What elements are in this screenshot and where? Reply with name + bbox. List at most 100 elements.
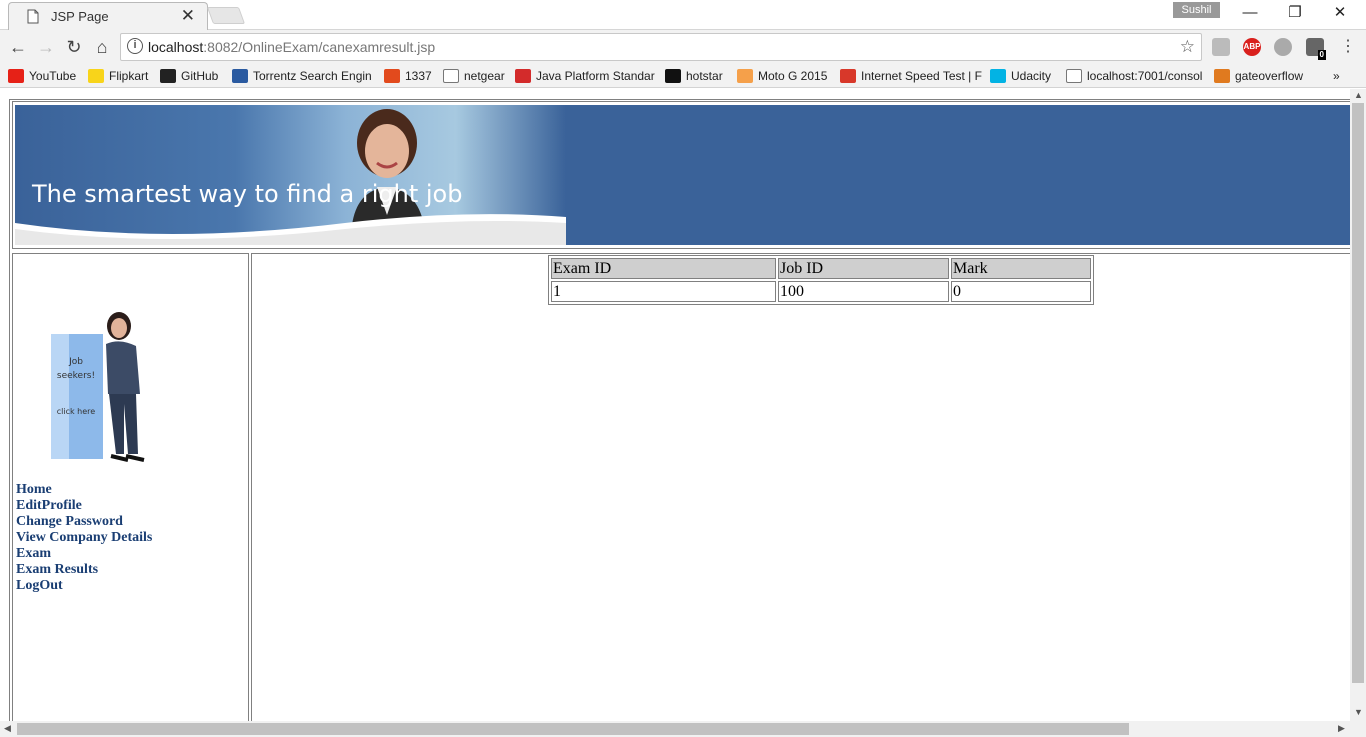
shield-extension-icon[interactable] bbox=[1212, 38, 1230, 56]
bookmark-item[interactable]: Udacity bbox=[990, 67, 1051, 85]
bookmark-label: Internet Speed Test | F bbox=[861, 69, 982, 83]
horizontal-scroll-thumb[interactable] bbox=[17, 723, 1129, 735]
content-cell bbox=[251, 253, 1350, 721]
cell-job-id: 100 bbox=[778, 281, 949, 302]
extension-badge-icon[interactable]: 0 bbox=[1306, 38, 1326, 60]
scroll-left-icon[interactable]: ◀ bbox=[4, 723, 11, 734]
bookmark-label: Moto G 2015 bbox=[758, 69, 828, 83]
menu-view-company-details-link[interactable]: View Company Details bbox=[16, 530, 152, 546]
page-icon bbox=[1066, 69, 1082, 83]
sidebar-menu: Home EditProfile Change Password View Co… bbox=[16, 482, 152, 594]
bookmark-item[interactable]: Torrentz Search Engin bbox=[232, 67, 372, 85]
extension-icon[interactable] bbox=[1274, 38, 1292, 56]
bookmark-label: localhost:7001/consol bbox=[1087, 69, 1203, 83]
bookmark-item[interactable]: YouTube bbox=[8, 67, 76, 85]
menu-exam-link[interactable]: Exam bbox=[16, 546, 152, 562]
menu-exam-results-link[interactable]: Exam Results bbox=[16, 562, 152, 578]
url-text[interactable]: localhost:8082/OnlineExam/canexamresult.… bbox=[148, 39, 435, 55]
table-header-row: Exam ID Job ID Mark bbox=[551, 258, 1091, 279]
home-icon[interactable]: ⌂ bbox=[90, 35, 114, 59]
banner-tagline: The smartest way to find a right job bbox=[32, 180, 463, 208]
cell-mark: 0 bbox=[951, 281, 1091, 302]
svg-text:seekers!: seekers! bbox=[57, 371, 95, 381]
svg-text:click here: click here bbox=[57, 407, 96, 416]
address-bar[interactable]: i localhost:8082/OnlineExam/canexamresul… bbox=[120, 33, 1202, 61]
bookmark-item[interactable]: 1337 bbox=[384, 67, 432, 85]
torrentz-icon bbox=[232, 69, 248, 83]
bookmark-label: YouTube bbox=[29, 69, 77, 83]
bookmark-label: Java Platform Standar bbox=[536, 69, 655, 83]
banner-image: The smartest way to find a right job bbox=[15, 105, 566, 245]
bookmark-item[interactable]: GitHub bbox=[160, 67, 218, 85]
close-tab-icon[interactable]: ✕ bbox=[181, 6, 195, 26]
info-icon[interactable]: i bbox=[127, 38, 143, 54]
bookmark-label: Udacity bbox=[1011, 69, 1052, 83]
scroll-up-icon[interactable]: ▲ bbox=[1354, 90, 1363, 100]
new-tab-button[interactable] bbox=[206, 7, 246, 24]
scroll-right-icon[interactable]: ▶ bbox=[1338, 723, 1345, 734]
bookmark-label: hotstar bbox=[686, 69, 723, 83]
reload-icon[interactable]: ↻ bbox=[62, 35, 86, 59]
forward-icon[interactable]: → bbox=[34, 35, 58, 59]
col-job-id: Job ID bbox=[778, 258, 949, 279]
restore-icon[interactable]: ❐ bbox=[1275, 2, 1315, 24]
udacity-icon bbox=[990, 69, 1006, 83]
menu-editprofile-link[interactable]: EditProfile bbox=[16, 498, 152, 514]
banner: The smartest way to find a right job bbox=[15, 105, 1350, 245]
bookmark-label: Torrentz Search Engin bbox=[253, 69, 372, 83]
1337x-icon bbox=[384, 69, 400, 83]
xda-icon bbox=[737, 69, 753, 83]
page-icon bbox=[443, 69, 459, 83]
flipkart-icon bbox=[88, 69, 104, 83]
bookmark-label: gateoverflow bbox=[1235, 69, 1304, 83]
banner-wave bbox=[15, 214, 566, 245]
speedtest-icon bbox=[840, 69, 856, 83]
bookmark-item[interactable]: netgear bbox=[443, 67, 505, 85]
extension-badge-count: 0 bbox=[1317, 50, 1326, 60]
oracle-icon bbox=[515, 69, 531, 83]
bookmark-item[interactable]: Java Platform Standar bbox=[515, 67, 655, 85]
col-exam-id: Exam ID bbox=[551, 258, 776, 279]
cell-exam-id: 1 bbox=[551, 281, 776, 302]
page-icon bbox=[27, 9, 39, 24]
bookmark-item[interactable]: gateoverflow bbox=[1214, 67, 1303, 85]
menu-logout-link[interactable]: LogOut bbox=[16, 578, 152, 594]
back-icon[interactable]: ← bbox=[6, 35, 30, 59]
menu-home-link[interactable]: Home bbox=[16, 482, 152, 498]
profile-badge[interactable]: Sushil bbox=[1173, 2, 1220, 18]
tab-strip: JSP Page ✕ Sushil — ❐ ✕ bbox=[0, 0, 1366, 30]
hotstar-icon bbox=[665, 69, 681, 83]
minimize-icon[interactable]: — bbox=[1230, 2, 1270, 24]
job-seekers-promo[interactable]: Job seekers! click here bbox=[16, 304, 166, 464]
tab-title: JSP Page bbox=[51, 9, 109, 24]
bookmark-label: netgear bbox=[464, 69, 505, 83]
svg-text:Job: Job bbox=[68, 357, 83, 367]
bookmarks-overflow-icon[interactable]: » bbox=[1333, 67, 1340, 85]
bookmark-item[interactable]: Moto G 2015 bbox=[737, 67, 827, 85]
bookmark-star-icon[interactable]: ☆ bbox=[1180, 37, 1195, 57]
menu-kebab-icon[interactable]: ⋮ bbox=[1336, 35, 1360, 59]
menu-change-password-link[interactable]: Change Password bbox=[16, 514, 152, 530]
tab-jsp-page[interactable]: JSP Page ✕ bbox=[8, 2, 208, 30]
bookmark-item[interactable]: Flipkart bbox=[88, 67, 148, 85]
bookmark-label: Flipkart bbox=[109, 69, 149, 83]
bookmark-label: 1337 bbox=[405, 69, 432, 83]
scroll-down-icon[interactable]: ▼ bbox=[1354, 707, 1363, 717]
page-viewport: The smartest way to find a right job Job… bbox=[0, 89, 1350, 721]
browser-toolbar: ← → ↻ ⌂ i localhost:8082/OnlineExam/cane… bbox=[0, 30, 1366, 64]
exam-results-table: Exam ID Job ID Mark 1 100 0 bbox=[548, 255, 1094, 305]
bookmarks-bar: YouTube Flipkart GitHub Torrentz Search Eng… bbox=[0, 64, 1366, 88]
youtube-icon bbox=[8, 69, 24, 83]
bookmark-label: GitHub bbox=[181, 69, 219, 83]
window-close-icon[interactable]: ✕ bbox=[1320, 2, 1360, 24]
vertical-scroll-thumb[interactable] bbox=[1352, 103, 1364, 683]
bookmark-item[interactable]: localhost:7001/consol bbox=[1066, 67, 1202, 85]
bookmark-item[interactable]: Internet Speed Test | F bbox=[840, 67, 982, 85]
horizontal-scrollbar[interactable]: ◀ ▶ bbox=[0, 721, 1366, 737]
col-mark: Mark bbox=[951, 258, 1091, 279]
bookmark-item[interactable]: hotstar bbox=[665, 67, 723, 85]
table-row: 1 100 0 bbox=[551, 281, 1091, 302]
gateoverflow-icon bbox=[1214, 69, 1230, 83]
vertical-scrollbar[interactable]: ▲ ▼ bbox=[1350, 89, 1366, 721]
adblock-plus-icon[interactable]: ABP bbox=[1243, 38, 1261, 56]
